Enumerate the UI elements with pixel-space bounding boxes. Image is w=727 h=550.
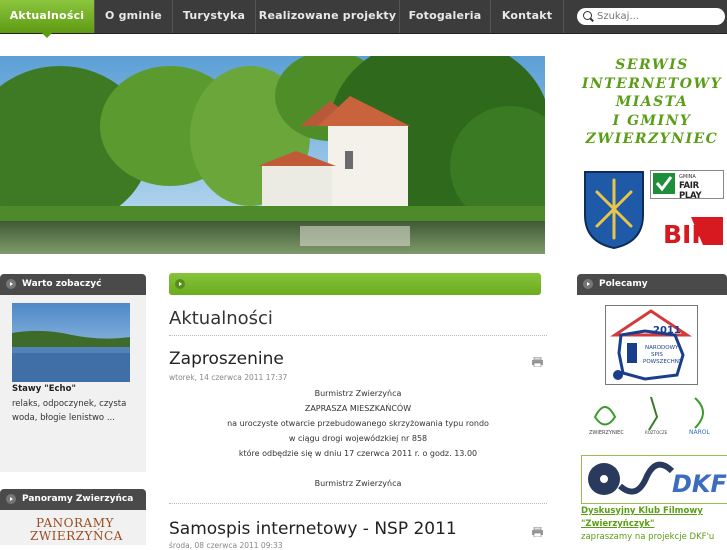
film-reel-icon: DKF — [588, 461, 727, 498]
article-line: na uroczyste otwarcie przebudowanego skr… — [227, 419, 489, 428]
serwis-line: ZWIERZYNIEC — [585, 131, 719, 147]
svg-text:POWSZECHNY: POWSZECHNY — [643, 359, 683, 365]
article-date: środa, 08 czerwca 2011 09:33 — [169, 541, 283, 550]
fair-play-logo[interactable]: GMINA FAIR PLAY — [650, 170, 724, 201]
stawy-echo-description: relaks, odpoczynek, czysta woda, błogie … — [12, 399, 127, 423]
bullet-arrow-icon — [175, 279, 185, 289]
article-line: Burmistrz Zwierzyńca — [314, 479, 402, 488]
dkf-banner[interactable]: DKF — [581, 455, 727, 504]
nav-item-turystyka[interactable]: Turystyka — [173, 0, 256, 33]
search-icon[interactable] — [583, 11, 592, 20]
bip-logo-icon[interactable]: BIP — [661, 213, 723, 249]
lake-photo[interactable] — [12, 303, 130, 382]
article-date: wtorek, 14 czerwca 2011 17:37 — [169, 373, 288, 382]
nav-item-kontakt[interactable]: Kontakt — [491, 0, 564, 33]
svg-text:SPIS: SPIS — [651, 352, 663, 358]
article-title-link[interactable]: Zaproszenine — [169, 349, 284, 369]
nsp-2011-logo[interactable]: 2011 NARODOWY SPIS POWSZECHNY — [605, 305, 698, 385]
panoramy-header: Panoramy Zwierzyńca — [0, 489, 146, 510]
article-title-link[interactable]: Samospis internetowy - NSP 2011 — [169, 519, 457, 539]
partner-logos[interactable]: ZWIERZYNIEC ROZTOCZE NAROL — [585, 392, 725, 437]
bullet-arrow-icon — [583, 279, 593, 289]
divider — [169, 503, 547, 504]
nav-item-aktualnosci[interactable]: Aktualności — [0, 0, 95, 38]
article-line: w ciągu drogi wojewódzkiej nr 858 — [288, 434, 428, 443]
article-line — [169, 461, 547, 476]
box-title: Panoramy Zwierzyńca — [22, 494, 134, 504]
dkf-subtitle: zapraszamy na projekcje DKF'u — [581, 532, 715, 542]
serwis-line: INTERNETOWY — [581, 75, 723, 92]
stawy-echo-link[interactable]: Stawy "Echo" — [12, 384, 76, 394]
box-title: Polecamy — [599, 279, 648, 289]
serwis-line: I GMINY — [612, 112, 692, 129]
checkmark-icon — [653, 173, 675, 194]
top-navigation: Aktualności O gminie Turystyka Realizowa… — [0, 0, 727, 38]
svg-text:ROZTOCZE: ROZTOCZE — [645, 430, 668, 435]
dkf-link-line: "Zwierzyńczyk" — [581, 519, 655, 529]
svg-text:NARODOWY: NARODOWY — [645, 345, 679, 351]
search-input[interactable] — [597, 9, 717, 23]
serwis-line: SERWIS — [615, 57, 689, 73]
nav-item-o-gminie[interactable]: O gminie — [95, 0, 173, 33]
panorama-line: ZWIERZYŃCA — [30, 529, 123, 543]
svg-text:DKF: DKF — [672, 470, 727, 498]
page-title: Aktualności — [169, 308, 273, 329]
article-line: Burmistrz Zwierzyńca — [314, 389, 402, 398]
svg-text:2011: 2011 — [653, 325, 681, 336]
article-body: Burmistrz Zwierzyńca ZAPRASZA MIESZKAŃCÓ… — [169, 386, 547, 491]
warto-zobaczyc-header: Warto zobaczyć — [0, 274, 146, 295]
hero-photo-chapel-on-lake — [0, 56, 545, 254]
nav-item-fotogaleria[interactable]: Fotogaleria — [400, 0, 491, 33]
polecamy-header: Polecamy — [577, 274, 727, 295]
search-box — [577, 8, 725, 25]
svg-text:NAROL: NAROL — [689, 429, 710, 436]
svg-text:BIP: BIP — [663, 220, 710, 249]
print-icon[interactable] — [532, 527, 543, 537]
divider — [169, 335, 547, 336]
dkf-link-line: Dyskusyjny Klub Filmowy — [581, 506, 703, 516]
box-title: Warto zobaczyć — [22, 279, 102, 289]
svg-text:ZWIERZYNIEC: ZWIERZYNIEC — [589, 430, 624, 436]
article-line: które odbędzie się w dniu 17 czerwca 201… — [238, 449, 478, 458]
serwis-line: MIASTA — [615, 94, 689, 110]
nav-item-realizowane-projekty[interactable]: Realizowane projekty — [256, 0, 400, 33]
site-logo-text: SERWIS INTERNETOWY MIASTA I GMINY ZWIERZ… — [577, 56, 727, 149]
breadcrumb-bar — [169, 273, 541, 295]
panoramy-banner[interactable]: PANORAMY ZWIERZYŃCA — [30, 517, 123, 543]
fair-play-text: FAIR PLAY — [679, 181, 702, 201]
fair-play-small-text: GMINA — [679, 174, 696, 180]
coat-of-arms-icon[interactable] — [583, 170, 645, 250]
print-icon[interactable] — [532, 357, 543, 367]
dkf-link[interactable]: Dyskusyjny Klub Filmowy "Zwierzyńczyk" — [581, 505, 703, 531]
bullet-arrow-icon — [6, 494, 16, 504]
bullet-arrow-icon — [6, 279, 16, 289]
article-line: ZAPRASZA MIESZKAŃCÓW — [304, 404, 412, 413]
